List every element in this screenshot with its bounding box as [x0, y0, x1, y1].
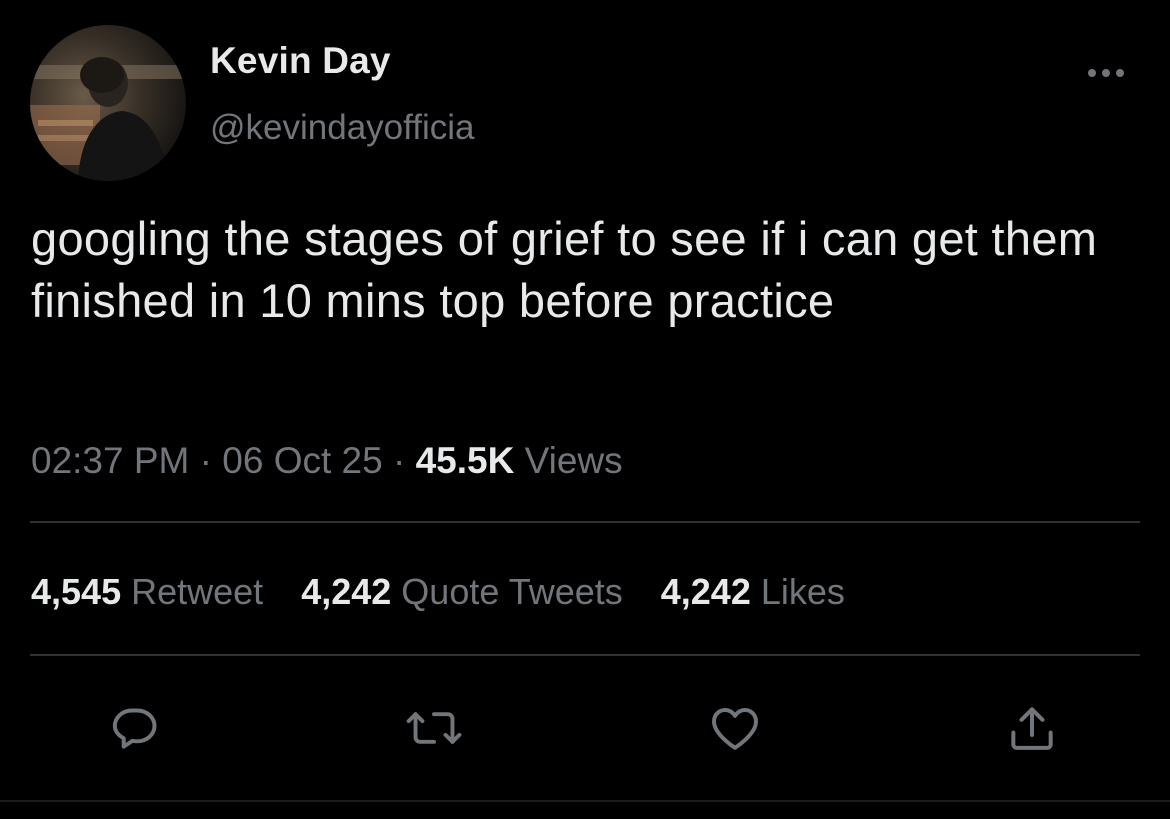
retweet-button[interactable]	[404, 698, 464, 758]
quotes-label: Quote Tweets	[401, 571, 623, 612]
tweet-text: googling the stages of grief to see if i…	[31, 212, 1098, 327]
tweet-time[interactable]: 02:37 PM	[31, 440, 189, 481]
author-block: Kevin Day @kevindayofficia	[210, 38, 474, 150]
tweet-meta: 02:37 PM · 06 Oct 25 · 45.5K Views	[31, 437, 623, 485]
display-name[interactable]: Kevin Day	[210, 38, 474, 84]
bottom-divider	[0, 800, 1170, 802]
reply-button[interactable]	[107, 698, 167, 758]
share-icon	[1011, 707, 1053, 750]
retweets-label: Retweet	[131, 571, 264, 612]
quotes-stat[interactable]: 4,242 Quote Tweets	[301, 568, 623, 616]
heart-icon	[712, 708, 758, 750]
retweets-count: 4,545	[31, 571, 122, 612]
likes-count: 4,242	[660, 571, 751, 612]
reply-icon	[112, 708, 157, 749]
avatar-photo	[30, 25, 186, 181]
meta-separator: ·	[199, 440, 212, 481]
divider	[30, 654, 1140, 656]
likes-stat[interactable]: 4,242 Likes	[661, 568, 845, 616]
retweet-icon	[406, 712, 462, 744]
ellipsis-icon	[1088, 69, 1124, 77]
likes-label: Likes	[760, 571, 845, 612]
more-options-button[interactable]	[1082, 58, 1130, 88]
views-count: 45.5K	[415, 440, 515, 481]
handle[interactable]: @kevindayofficia	[210, 106, 474, 150]
meta-separator: ·	[392, 440, 406, 481]
like-button[interactable]	[705, 698, 765, 758]
divider	[30, 521, 1140, 523]
retweets-stat[interactable]: 4,545 Retweet	[31, 568, 263, 616]
tweet-card: Kevin Day @kevindayofficia googling the …	[0, 0, 1170, 819]
views-label: Views	[524, 440, 623, 481]
avatar[interactable]	[30, 25, 186, 181]
quotes-count: 4,242	[301, 571, 392, 612]
share-button[interactable]	[1002, 698, 1062, 758]
tweet-date[interactable]: 06 Oct 25	[222, 440, 382, 481]
engagement-stats: 4,545 Retweet 4,242 Quote Tweets 4,242 L…	[31, 568, 883, 616]
